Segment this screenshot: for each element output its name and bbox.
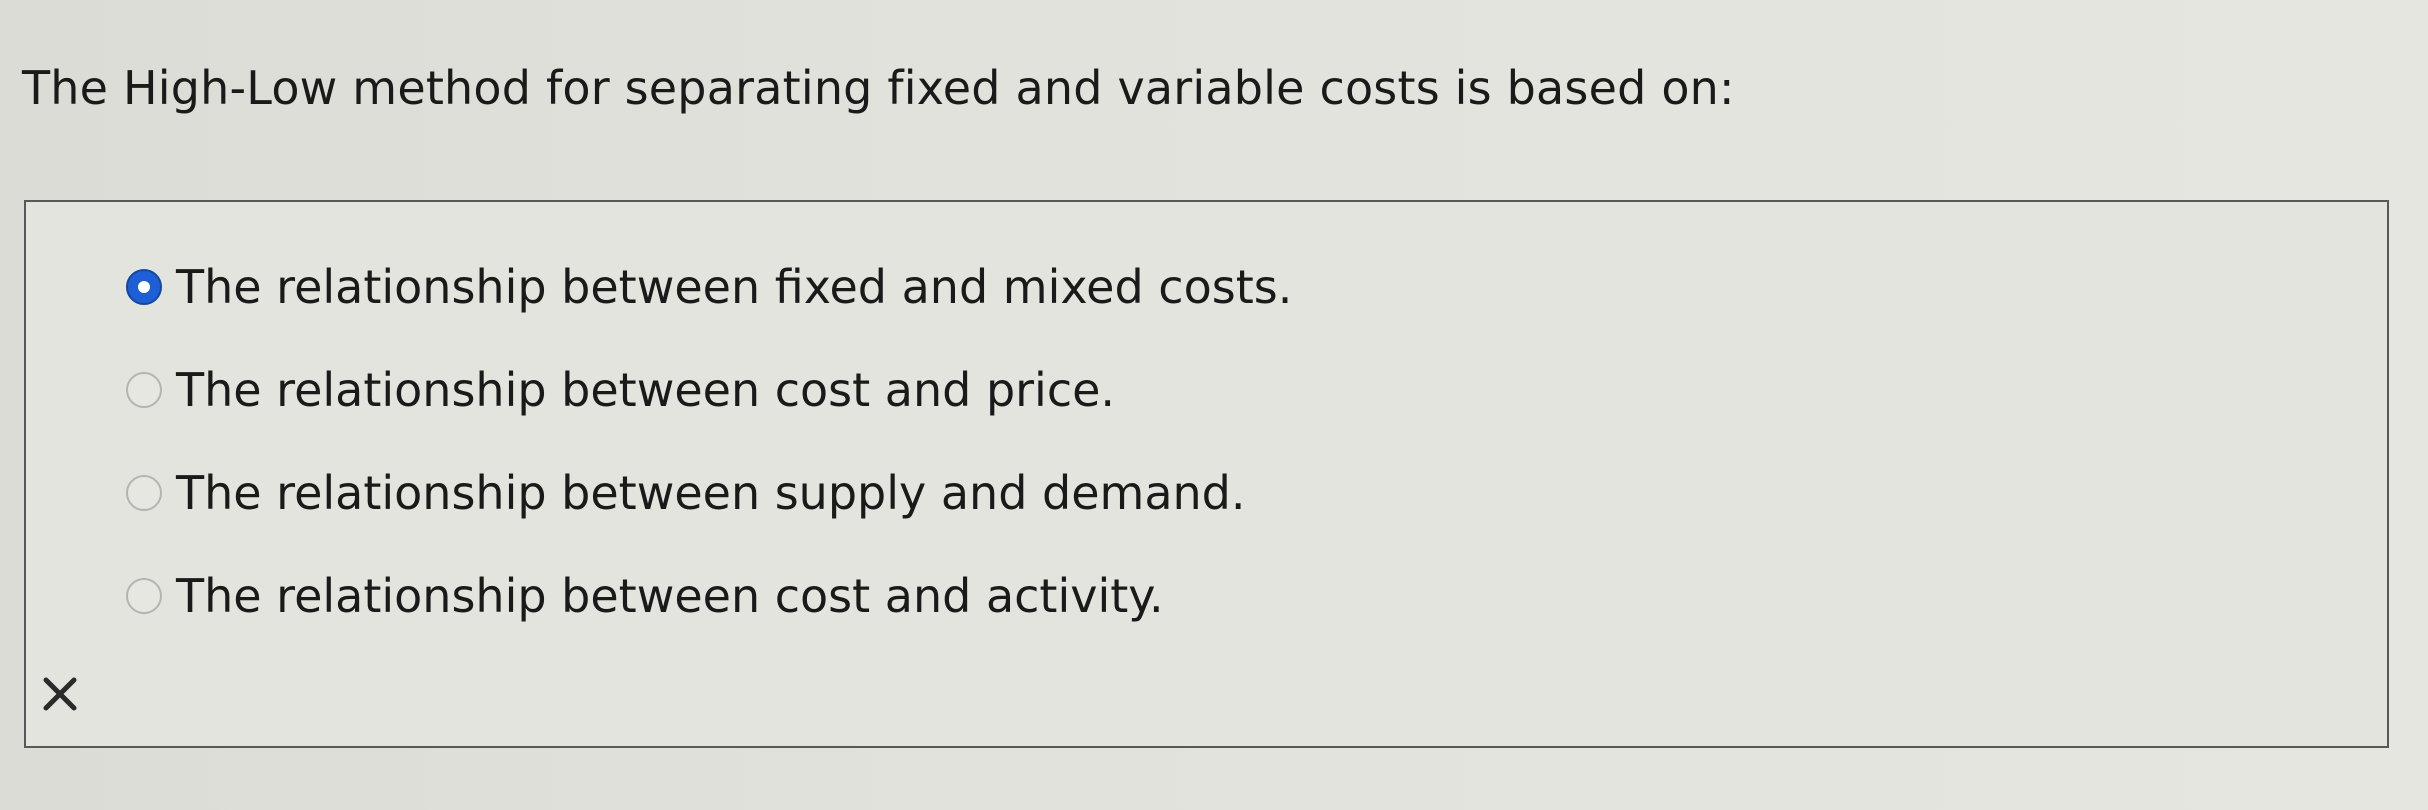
option-1[interactable]: The relationship between fixed and mixed… (126, 254, 1292, 320)
answer-choices-box: The relationship between fixed and mixed… (24, 200, 2389, 748)
option-1-label: The relationship between fixed and mixed… (176, 260, 1293, 314)
radio-button[interactable] (126, 475, 162, 511)
option-2-label: The relationship between cost and price. (176, 363, 1116, 417)
x-mark-icon (43, 677, 77, 711)
option-4[interactable]: The relationship between cost and activi… (126, 563, 1292, 629)
option-4-label: The relationship between cost and activi… (176, 569, 1164, 623)
options-list: The relationship between fixed and mixed… (126, 254, 1292, 666)
radio-button-selected[interactable] (126, 269, 162, 305)
option-3[interactable]: The relationship between supply and dema… (126, 460, 1292, 526)
option-2[interactable]: The relationship between cost and price. (126, 357, 1292, 423)
question-text: The High-Low method for separating fixed… (22, 61, 1735, 115)
radio-button[interactable] (126, 578, 162, 614)
option-3-label: The relationship between supply and dema… (176, 466, 1246, 520)
radio-button[interactable] (126, 372, 162, 408)
